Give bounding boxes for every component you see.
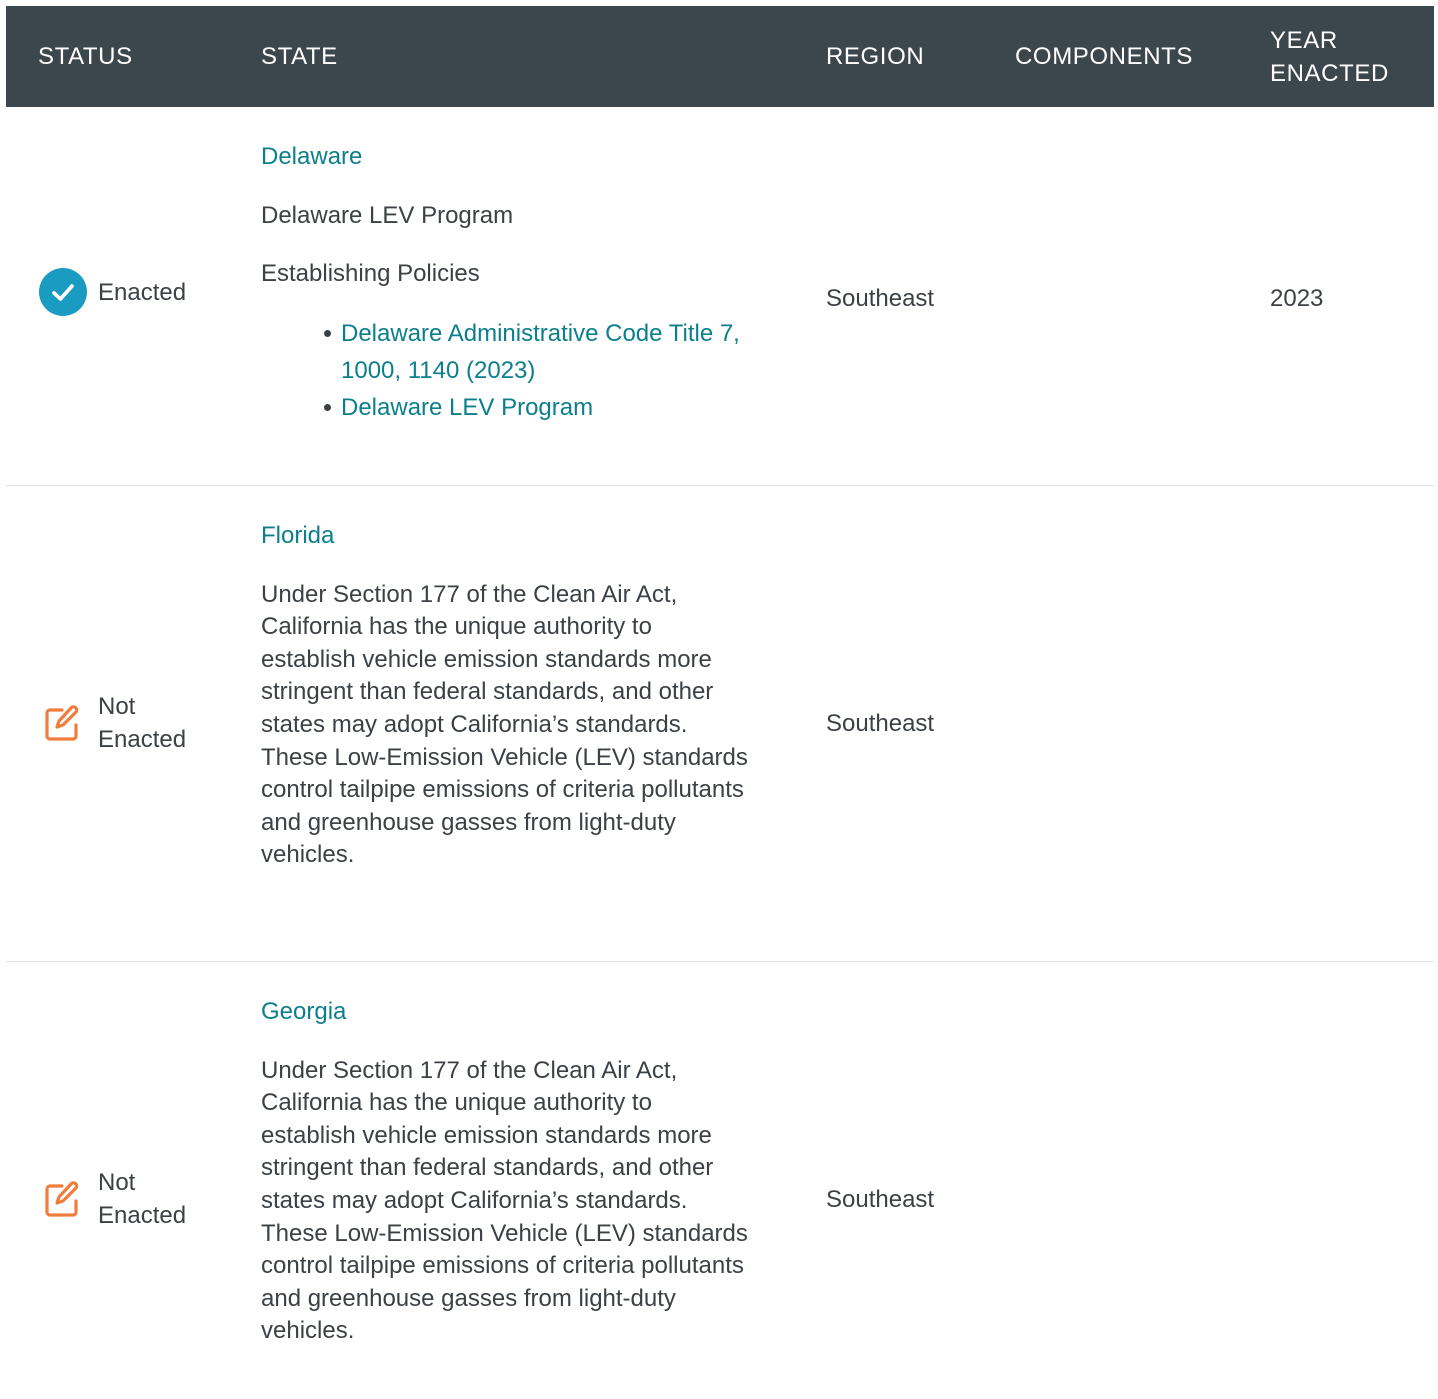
status-cell: Enacted [38,267,186,317]
year-enacted-cell: 2023 [1270,285,1324,312]
state-link-delaware[interactable]: Delaware [261,141,761,174]
policy-table: STATUS STATE REGION COMPONENTS YEAR ENAC… [6,6,1434,1399]
policy-name: Delaware LEV Program [261,201,514,229]
policy-link-admin-code[interactable]: Delaware Administrative Code Title 7, 10… [341,320,740,384]
region-cell: Southeast [826,285,935,312]
column-header-region[interactable]: REGION [826,6,924,107]
section-label: Establishing Policies [261,260,480,288]
column-header-status[interactable]: STATUS [38,6,133,107]
state-link-florida[interactable]: Florida [261,520,751,553]
table-row: Not Enacted Georgia Under Section 177 of… [6,962,1434,1399]
policy-description: Under Section 177 of the Clean Air Act, … [261,580,748,869]
list-item: Delaware LEV Program [321,389,761,426]
edit-icon [45,705,79,741]
column-header-year-enacted[interactable]: YEAR ENACTED [1270,6,1420,107]
status-text: Not Enacted [98,693,187,753]
region-cell: Southeast [826,1186,935,1213]
state-cell: Delaware Delaware LEV Program Establishi… [261,141,761,426]
region-cell: Southeast [826,710,935,737]
list-item: Delaware Administrative Code Title 7, 10… [321,315,761,389]
policy-link-lev-program[interactable]: Delaware LEV Program [341,394,593,421]
policy-links-list: Delaware Administrative Code Title 7, 10… [321,315,761,426]
status-cell: Not Enacted [38,1166,208,1232]
table-row: Not Enacted Florida Under Section 177 of… [6,486,1434,962]
state-cell: Georgia Under Section 177 of the Clean A… [261,996,751,1348]
column-header-components[interactable]: COMPONENTS [1015,6,1193,107]
check-circle-icon [39,268,87,316]
state-cell: Florida Under Section 177 of the Clean A… [261,520,751,872]
column-header-state[interactable]: STATE [261,6,338,107]
state-link-georgia[interactable]: Georgia [261,996,751,1029]
table-row: Enacted Delaware Delaware LEV Program Es… [6,107,1434,486]
policy-description: Under Section 177 of the Clean Air Act, … [261,1056,748,1345]
status-text: Not Enacted [98,1169,187,1229]
status-text: Enacted [98,278,187,306]
edit-icon [45,1181,79,1217]
table-header: STATUS STATE REGION COMPONENTS YEAR ENAC… [6,6,1434,107]
status-cell: Not Enacted [38,690,208,756]
